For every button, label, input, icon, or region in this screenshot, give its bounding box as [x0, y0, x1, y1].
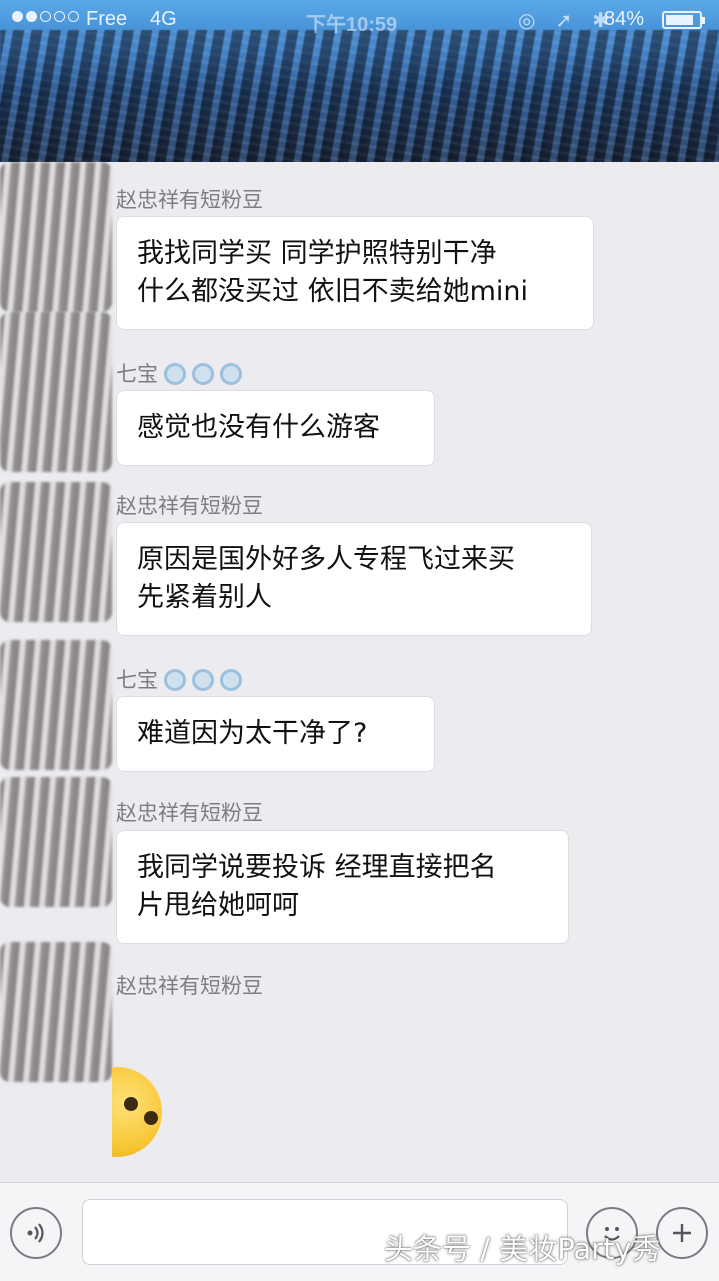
- battery-icon: [662, 11, 705, 29]
- message-bubble[interactable]: 难道因为太干净了?: [116, 696, 435, 772]
- voice-icon[interactable]: [10, 1207, 62, 1259]
- carrier-name: Free: [86, 8, 128, 30]
- sender-name: 七宝: [116, 362, 158, 386]
- badge-icon: [192, 669, 214, 691]
- sender-name: 七宝: [116, 668, 158, 692]
- avatar[interactable]: [0, 312, 112, 472]
- rotation-lock-icon: ◎: [518, 10, 536, 32]
- header-blurred: Free 4G 下午10:59 ◎ ➚ ✱ 84%: [0, 0, 719, 162]
- signal-strength-icon: [12, 11, 79, 22]
- sender-name: 赵忠祥有短粉豆: [116, 188, 263, 212]
- sender-name: 赵忠祥有短粉豆: [116, 974, 263, 998]
- badge-icon: [220, 669, 242, 691]
- sender-name: 赵忠祥有短粉豆: [116, 801, 263, 825]
- avatar[interactable]: [0, 942, 112, 1082]
- status-time: 下午10:59: [306, 14, 398, 36]
- emoji-sticker[interactable]: [112, 1067, 162, 1157]
- badge-icon: [164, 363, 186, 385]
- network-type: 4G: [150, 8, 177, 30]
- avatar[interactable]: [0, 162, 112, 312]
- badge-icon: [192, 363, 214, 385]
- message-bubble[interactable]: 我同学说要投诉 经理直接把名 片甩给她呵呵: [116, 830, 569, 944]
- avatar[interactable]: [0, 640, 112, 770]
- message-list[interactable]: 赵忠祥有短粉豆 我找同学买 同学护照特别干净 什么都没买过 依旧不卖给她mini…: [0, 162, 719, 1182]
- laughing-emoji-icon: [112, 1067, 162, 1157]
- watermark: 头条号 / 美妆Party秀: [384, 1232, 661, 1266]
- badge-icon: [220, 363, 242, 385]
- sender-name: 赵忠祥有短粉豆: [116, 494, 263, 518]
- message-bubble[interactable]: 感觉也没有什么游客: [116, 390, 435, 466]
- message-bubble[interactable]: 我找同学买 同学护照特别干净 什么都没买过 依旧不卖给她mini: [116, 216, 594, 330]
- message-bubble[interactable]: 原因是国外好多人专程飞过来买 先紧着别人: [116, 522, 592, 636]
- avatar[interactable]: [0, 777, 112, 907]
- battery-percent: 84%: [604, 8, 645, 30]
- plus-icon[interactable]: [656, 1207, 708, 1259]
- redaction-scribble: [0, 30, 719, 162]
- badge-icon: [164, 669, 186, 691]
- location-icon: ➚: [555, 10, 573, 32]
- battery-level-fill: [666, 15, 693, 25]
- avatar[interactable]: [0, 482, 112, 622]
- status-bar: Free 4G 下午10:59 ◎ ➚ ✱ 84%: [0, 0, 719, 40]
